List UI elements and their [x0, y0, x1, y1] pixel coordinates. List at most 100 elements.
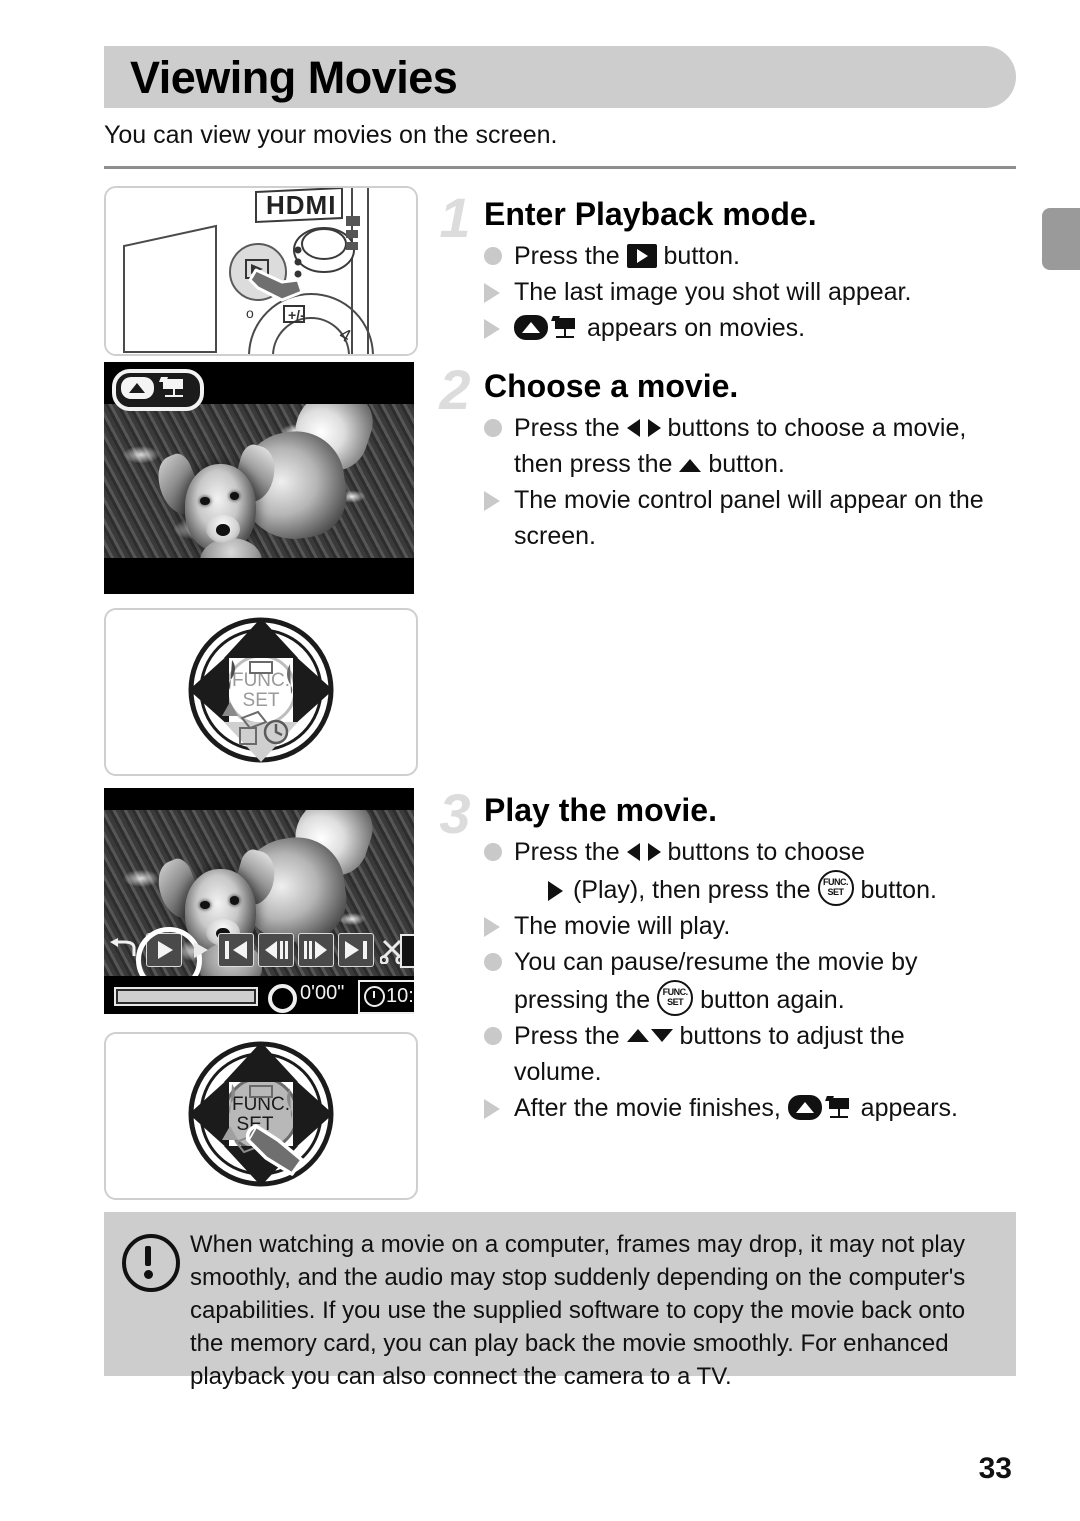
step-3-heading: Play the movie. — [484, 792, 717, 828]
letterbox-bottom — [104, 558, 414, 594]
control-dial-panel-1: FUNC. SET — [104, 608, 418, 776]
step-3-line-8: After the movie finishes, appears. — [484, 1090, 1024, 1126]
bullet-triangle-icon — [484, 1099, 500, 1119]
step-2-number: 2 — [439, 358, 471, 421]
note-text: When watching a movie on a computer, fra… — [190, 1231, 966, 1390]
step-2: 2 Choose a movie. Press the buttons to c… — [432, 362, 1018, 552]
svg-text:+/-: +/- — [288, 307, 305, 323]
step-3-line-3: The movie will play. — [484, 908, 1024, 944]
step-2-line-1: Press the buttons to choose a movie, — [484, 410, 1024, 446]
step-1-line-1-text-after: button. — [656, 242, 740, 270]
svg-text:HDMI: HDMI — [266, 190, 336, 220]
step-3-line-2-text-end: button. — [853, 876, 937, 904]
slow-motion-icon[interactable] — [190, 938, 212, 962]
step-1-heading: Enter Playback mode. — [484, 196, 817, 232]
step-3-number: 3 — [439, 782, 471, 845]
step-2-line-4: screen. — [484, 518, 1024, 554]
camera-line-drawing: HDMI o +/- 4 — [106, 188, 416, 354]
step-2-line-1-text-after: buttons to choose a movie, — [660, 414, 967, 442]
step-3-line-7-text: volume. — [514, 1058, 602, 1086]
func-set-icon: FUNC. SET — [657, 980, 694, 1016]
manual-page: Viewing Movies You can view your movies … — [0, 0, 1080, 1521]
svg-text:o: o — [246, 305, 254, 321]
elapsed-time: 0'00" — [300, 982, 345, 1004]
chapter-tab — [1042, 208, 1080, 270]
camera-illustration-panel: HDMI o +/- 4 — [104, 186, 418, 356]
header-divider — [104, 166, 1016, 169]
step-3-line-2-text-after: (Play), then press the — [566, 876, 818, 904]
step-2-heading: Choose a movie. — [484, 368, 739, 404]
movie-control-panel — [104, 927, 414, 993]
step-2-line-2-text-after: button. — [701, 450, 785, 478]
func-set-icon: FUNC. SET — [817, 870, 854, 906]
total-time: 10:00 — [386, 985, 414, 1007]
step-3-line-1: Press the buttons to choose — [484, 834, 1024, 870]
step-2-line-4-text: screen. — [514, 522, 596, 550]
movie-indicator-icon — [514, 314, 580, 342]
step-1: 1 Enter Playback mode. Press the button.… — [432, 190, 1018, 350]
movie-camera-badge-icon — [158, 377, 188, 400]
movie-indicator-icon — [787, 1094, 854, 1122]
step-3-line-2: (Play), then press the FUNC. SET button. — [484, 870, 1024, 908]
step-1-number: 1 — [439, 186, 471, 249]
movie-status-bar: 0'00" 10:00 — [104, 976, 414, 1014]
first-frame-icon[interactable] — [218, 933, 254, 967]
step-2-line-2-text-before: then press the — [514, 450, 680, 478]
up-arrow-icon — [679, 454, 702, 474]
bullet-dot-icon — [484, 247, 502, 265]
step-2-line-3-text: The movie control panel will appear on t… — [514, 486, 984, 514]
step-3-line-4-text: You can pause/resume the movie by — [514, 948, 918, 976]
bullet-dot-icon — [484, 843, 502, 861]
playback-progress-bar[interactable] — [114, 987, 258, 1006]
note-box: When watching a movie on a computer, fra… — [104, 1212, 1016, 1390]
exclamation-icon — [122, 1234, 180, 1292]
up-down-arrows-icon — [626, 1025, 673, 1047]
dial-set-label: SET — [243, 690, 280, 711]
total-time-box: 10:00 — [358, 980, 414, 1014]
last-frame-icon[interactable] — [338, 933, 374, 967]
bullet-triangle-icon — [484, 491, 500, 511]
bullet-dot-icon — [484, 419, 502, 437]
stop-icon[interactable] — [400, 934, 414, 968]
step-2-line-3: The movie control panel will appear on t… — [484, 482, 1024, 518]
clock-icon — [364, 986, 385, 1007]
step-3-line-5-text-before: pressing the — [514, 986, 658, 1014]
step-3-body: Press the buttons to choose (Play), then… — [484, 834, 1024, 1126]
previous-frame-icon[interactable] — [258, 933, 294, 967]
movie-playback-screen: 0'00" 10:00 — [104, 788, 414, 1014]
step-1-line-3: appears on movies. — [484, 310, 1024, 346]
step-2-body: Press the buttons to choose a movie, the… — [484, 410, 1024, 554]
step-3-line-3-text: The movie will play. — [514, 912, 731, 940]
intro-text: You can view your movies on the screen. — [104, 121, 558, 149]
volume-icon — [268, 984, 297, 1013]
step-1-line-2: The last image you shot will appear. — [484, 274, 1024, 310]
bullet-triangle-icon — [484, 283, 500, 303]
exit-icon[interactable] — [110, 938, 136, 962]
bullet-dot-icon — [484, 953, 502, 971]
step-1-line-2-text: The last image you shot will appear. — [514, 278, 912, 306]
page-title: Viewing Movies — [130, 52, 458, 103]
step-3-line-8-text-before: After the movie finishes, — [514, 1094, 788, 1122]
step-2-line-1-text-before: Press the — [514, 414, 627, 442]
page-number: 33 — [978, 1452, 1012, 1485]
left-right-arrows-icon — [626, 416, 661, 440]
step-3-line-8-text-after: appears. — [853, 1094, 958, 1122]
step-1-line-3-text: appears on movies. — [580, 314, 806, 342]
movie-indicator-badge — [112, 369, 204, 411]
movie-preview-screen — [104, 362, 414, 594]
step-3-line-6-text-after: buttons to adjust the — [672, 1022, 905, 1050]
play-triangle-icon — [546, 879, 566, 901]
step-3-line-7: volume. — [484, 1054, 1024, 1090]
bullet-triangle-icon — [484, 319, 500, 339]
step-3: 3 Play the movie. Press the buttons to c… — [432, 782, 1018, 1123]
step-1-body: Press the button. The last image you sho… — [484, 238, 1024, 346]
control-dial-illustration-2: FUNC. SET — [188, 1041, 334, 1187]
bullet-triangle-icon — [484, 917, 500, 937]
step-3-line-1-text-after: buttons to choose — [660, 838, 865, 866]
step-3-line-5: pressing the FUNC. SET button again. — [484, 980, 1024, 1018]
bullet-dot-icon — [484, 1027, 502, 1045]
step-1-line-1-text-before: Press the — [514, 242, 627, 270]
next-frame-icon[interactable] — [298, 933, 334, 967]
step-3-line-6: Press the buttons to adjust the — [484, 1018, 1024, 1054]
control-dial-panel-2: FUNC. SET — [104, 1032, 418, 1200]
